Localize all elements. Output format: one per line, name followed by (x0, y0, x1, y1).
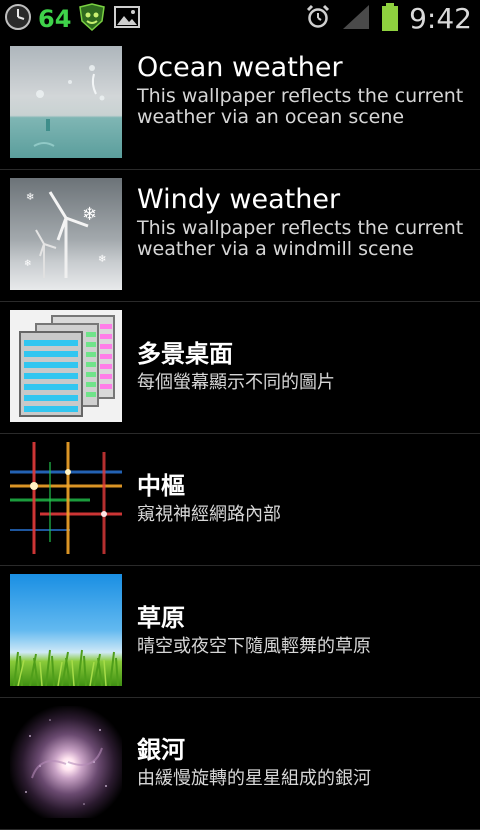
alarm-clock-icon (305, 4, 331, 34)
list-item-windy-weather[interactable]: ❄ ❄ ❄ ❄ Windy weather This wallpaper ref… (0, 170, 480, 302)
neural-grid-thumbnail (10, 442, 122, 554)
list-item-multi-scene[interactable]: 多景桌面 每個螢幕顯示不同的圖片 (0, 302, 480, 434)
galaxy-thumbnail (10, 706, 122, 818)
item-text: Windy weather This wallpaper reflects th… (137, 184, 472, 260)
item-title: 中樞 (137, 472, 185, 500)
status-bar: 64 9:42 (0, 0, 480, 38)
item-title: 銀河 (137, 736, 185, 764)
svg-text:❄: ❄ (82, 204, 97, 225)
item-title: Ocean weather (137, 52, 343, 83)
notification-area: 64 (4, 3, 141, 35)
shield-badge-icon (77, 3, 107, 35)
item-text: 草原 晴空或夜空下隨風輕舞的草原 (137, 580, 472, 657)
item-description: 每個螢幕顯示不同的圖片 (137, 372, 335, 393)
item-description: 由緩慢旋轉的星星組成的銀河 (137, 768, 371, 789)
list-item-ocean-weather[interactable]: Ocean weather This wallpaper reflects th… (0, 38, 480, 170)
item-text: 銀河 由緩慢旋轉的星星組成的銀河 (137, 712, 472, 789)
system-status-area: 9:42 (305, 2, 472, 36)
item-text: 多景桌面 每個螢幕顯示不同的圖片 (137, 316, 472, 393)
wallpaper-list: Ocean weather This wallpaper reflects th… (0, 38, 480, 830)
ocean-thumbnail (10, 46, 122, 158)
analog-clock-icon (4, 3, 32, 35)
item-text: Ocean weather This wallpaper reflects th… (137, 52, 472, 128)
item-text: 中樞 窺視神經網路內部 (137, 448, 472, 525)
multi-page-thumbnail (10, 310, 122, 422)
list-item-nexus[interactable]: 中樞 窺視神經網路內部 (0, 434, 480, 566)
item-description: This wallpaper reflects the current weat… (137, 85, 464, 128)
item-description: This wallpaper reflects the current weat… (137, 217, 464, 260)
signal-icon (341, 3, 371, 35)
svg-text:❄: ❄ (26, 192, 34, 203)
clock-time: 9:42 (409, 2, 472, 35)
item-description: 晴空或夜空下隨風輕舞的草原 (137, 636, 371, 657)
item-description: 窺視神經網路內部 (137, 504, 281, 525)
item-title: 草原 (137, 604, 185, 632)
status-number: 64 (38, 5, 72, 33)
grassland-thumbnail (10, 574, 122, 686)
picture-icon (113, 4, 141, 34)
svg-text:❄: ❄ (98, 254, 106, 265)
windmill-thumbnail: ❄ ❄ ❄ ❄ (10, 178, 122, 290)
svg-text:❄: ❄ (24, 259, 32, 269)
list-item-galaxy[interactable]: 銀河 由緩慢旋轉的星星組成的銀河 (0, 698, 480, 830)
item-title: Windy weather (137, 184, 341, 215)
item-title: 多景桌面 (137, 340, 233, 368)
battery-icon (381, 2, 399, 36)
list-item-grassland[interactable]: 草原 晴空或夜空下隨風輕舞的草原 (0, 566, 480, 698)
